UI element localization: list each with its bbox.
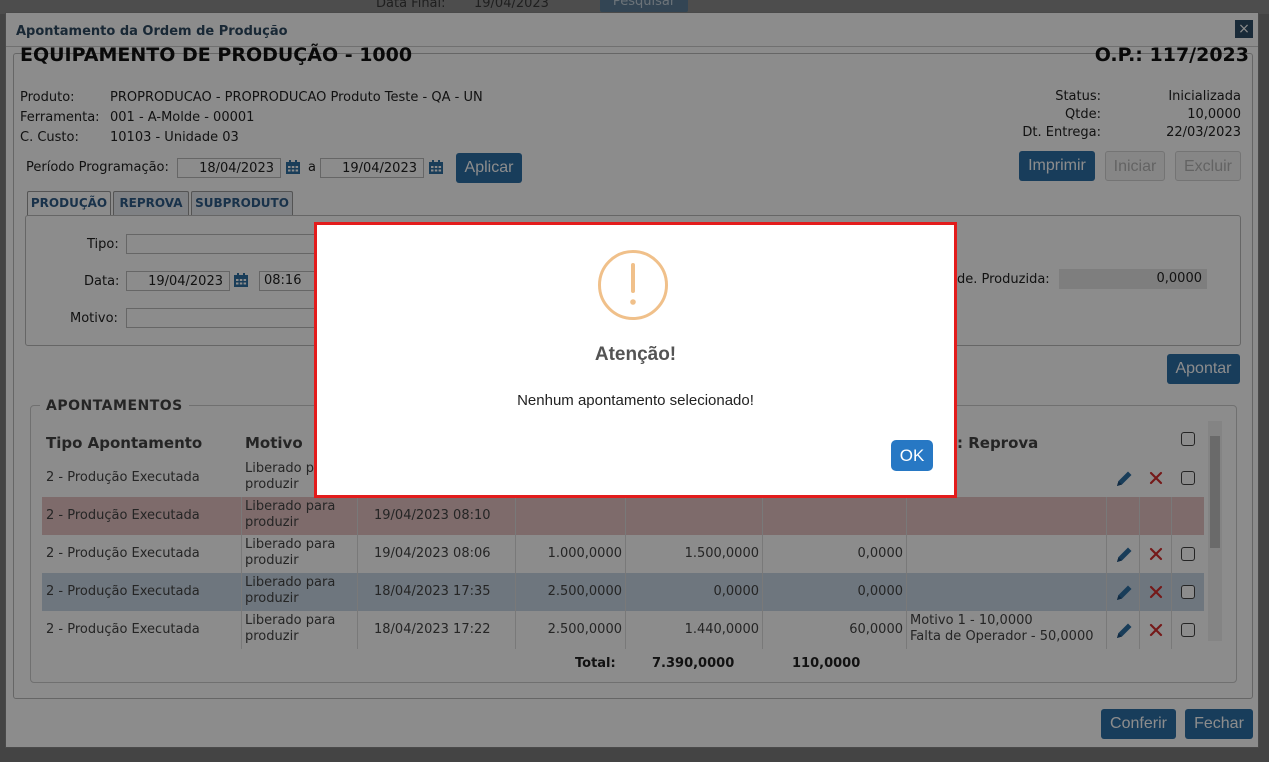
warning-icon <box>598 250 668 320</box>
ok-button[interactable]: OK <box>891 440 933 471</box>
alert-message: Nenhum apontamento selecionado! <box>517 392 754 409</box>
alert-title: Atenção! <box>594 344 677 365</box>
alert-dialog: Atenção! Nenhum apontamento selecionado!… <box>314 222 957 498</box>
